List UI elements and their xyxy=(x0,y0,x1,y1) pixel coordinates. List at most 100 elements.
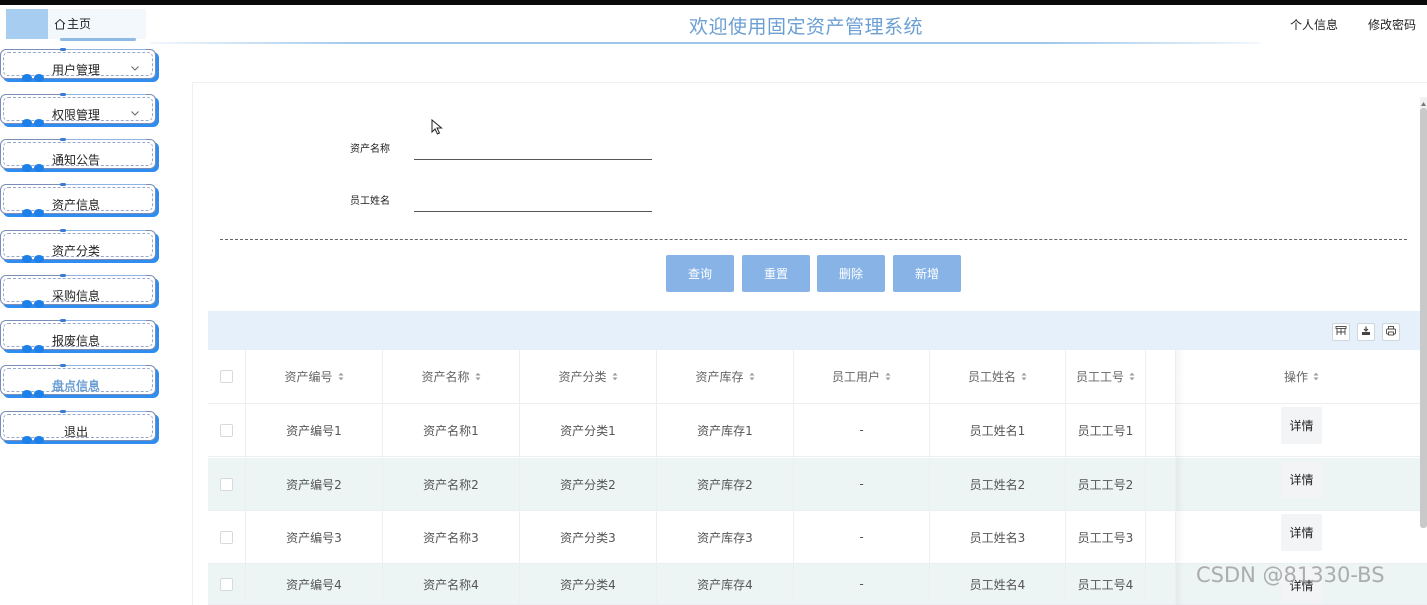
delete-button[interactable]: 删除 xyxy=(817,255,885,292)
sidebar-item-label: 盘点信息 xyxy=(51,379,100,393)
form-divider xyxy=(220,239,1407,240)
cell-employee-user: - xyxy=(794,511,930,563)
column-header[interactable]: 员工姓名 xyxy=(930,350,1066,403)
scroll-up-icon[interactable] xyxy=(1420,97,1427,106)
asset-name-label: 资产名称 xyxy=(350,144,390,155)
sidebar-item-label: 资产信息 xyxy=(51,198,100,212)
sort-icon xyxy=(338,372,344,381)
column-header[interactable]: 员工工号 xyxy=(1066,350,1146,403)
detail-button[interactable]: 详情 xyxy=(1281,461,1322,498)
add-button[interactable]: 新增 xyxy=(893,255,961,292)
sidebar-item-line xyxy=(66,184,146,185)
sidebar-item-permission-management[interactable]: 权限管理 xyxy=(0,93,160,128)
sidebar-item-line xyxy=(66,411,146,412)
cell-employee-no: 员工工号3 xyxy=(1066,511,1146,563)
cell-employee-user: - xyxy=(794,458,930,510)
employee-name-input[interactable] xyxy=(414,190,652,212)
column-header[interactable]: 资产编号 xyxy=(246,350,383,403)
select-all-checkbox[interactable] xyxy=(220,370,233,383)
row-checkbox[interactable] xyxy=(220,477,233,491)
column-header-content: 资产编号 xyxy=(284,368,343,385)
sidebar-item-user-management[interactable]: 用户管理 xyxy=(0,48,160,83)
sidebar-item-label: 退出 xyxy=(63,425,88,439)
query-button[interactable]: 查询 xyxy=(666,255,734,292)
cell-employee-no: 员工工号2 xyxy=(1066,458,1146,510)
column-header[interactable]: 资产名称 xyxy=(383,350,520,403)
table-row[interactable]: 资产编号1 资产名称1 资产分类1 资产库存1 - 员工姓名1 员工工号1 详情 xyxy=(208,404,1427,457)
sidebar-item-label: 报废信息 xyxy=(51,334,100,348)
cell-asset-category: 资产分类1 xyxy=(520,404,657,456)
column-header-label: 资产库存 xyxy=(695,370,744,384)
page-title: 欢迎使用固定资产管理系统 xyxy=(688,16,923,38)
cell-spacer xyxy=(1146,458,1176,510)
table-row[interactable]: 资产编号3 资产名称3 资产分类3 资产库存3 - 员工姓名3 员工工号3 详情 xyxy=(208,511,1427,564)
column-header-content: 员工工号 xyxy=(1076,368,1135,385)
cell-employee-name: 员工姓名1 xyxy=(930,404,1066,456)
cell-employee-user: - xyxy=(794,404,930,456)
column-header-label: 员工用户 xyxy=(831,370,880,384)
row-checkbox-cell xyxy=(208,458,246,510)
cell-asset-name: 资产名称4 xyxy=(383,564,520,604)
scrollbar-thumb[interactable] xyxy=(1420,108,1427,528)
cell-actions: 详情 xyxy=(1176,458,1427,510)
change-password-link[interactable]: 修改密码 xyxy=(1368,16,1416,33)
sidebar-item-line xyxy=(66,49,146,50)
sort-icon xyxy=(1021,372,1027,381)
cell-asset-code: 资产编号2 xyxy=(246,458,383,510)
column-header-content: 资产名称 xyxy=(421,368,480,385)
sort-icon xyxy=(1313,372,1319,381)
sort-icon xyxy=(1129,372,1135,381)
table-row[interactable]: 资产编号2 资产名称2 资产分类2 资产库存2 - 员工姓名2 员工工号2 详情 xyxy=(208,458,1427,511)
column-header[interactable]: 员工用户 xyxy=(794,350,930,403)
home-icon xyxy=(54,18,66,30)
cell-employee-no: 员工工号4 xyxy=(1066,564,1146,604)
column-header[interactable]: 资产库存 xyxy=(657,350,794,403)
sidebar-item-line xyxy=(66,275,146,276)
sidebar-item-logout[interactable]: 退出 xyxy=(0,410,160,445)
cell-asset-stock: 资产库存4 xyxy=(657,564,794,604)
profile-link[interactable]: 个人信息 xyxy=(1290,16,1338,33)
row-checkbox[interactable] xyxy=(220,423,233,437)
column-header-label: 资产名称 xyxy=(421,370,470,384)
export-button[interactable] xyxy=(1357,323,1375,341)
home-nav[interactable]: 主页 xyxy=(0,6,150,41)
cell-asset-name: 资产名称1 xyxy=(383,404,520,456)
cell-asset-name: 资产名称3 xyxy=(383,511,520,563)
table-header: 资产编号 资产名称 资产分类 资产库存 员工用户 员工姓名 员工工号 操作 xyxy=(208,350,1427,404)
detail-button[interactable]: 详情 xyxy=(1281,514,1322,551)
cell-asset-category: 资产分类2 xyxy=(520,458,657,510)
sidebar-item-scrap-info[interactable]: 报废信息 xyxy=(0,319,160,354)
asset-name-input[interactable] xyxy=(414,138,652,160)
sidebar-item-notice[interactable]: 通知公告 xyxy=(0,138,160,173)
cell-asset-code: 资产编号4 xyxy=(246,564,383,604)
column-header-content: 资产库存 xyxy=(695,368,754,385)
sort-icon xyxy=(475,372,481,381)
column-header[interactable]: 资产分类 xyxy=(520,350,657,403)
detail-button[interactable]: 详情 xyxy=(1281,407,1322,444)
fixed-column-shadow xyxy=(1176,350,1184,605)
column-header-label: 资产编号 xyxy=(284,370,333,384)
sidebar-item-inventory-info[interactable]: 盘点信息 xyxy=(0,364,160,399)
row-checkbox[interactable] xyxy=(220,577,233,591)
cell-spacer xyxy=(1146,511,1176,563)
sidebar-item-label: 用户管理 xyxy=(52,63,101,77)
home-underline xyxy=(60,38,136,41)
cell-employee-user: - xyxy=(794,564,930,604)
chevron-down-icon xyxy=(130,107,140,117)
sidebar-item-line xyxy=(66,365,146,366)
sidebar-item-purchase-info[interactable]: 采购信息 xyxy=(0,274,160,309)
cell-asset-category: 资产分类4 xyxy=(520,564,657,604)
cell-asset-code: 资产编号1 xyxy=(246,404,383,456)
reset-button[interactable]: 重置 xyxy=(742,255,810,292)
row-checkbox[interactable] xyxy=(220,530,233,544)
sidebar-item-line xyxy=(66,94,146,95)
columns-filter-button[interactable] xyxy=(1332,323,1350,341)
column-header[interactable]: 操作 xyxy=(1176,350,1427,403)
cell-asset-name: 资产名称2 xyxy=(383,458,520,510)
home-link[interactable]: 主页 xyxy=(54,15,91,32)
sidebar-item-asset-category[interactable]: 资产分类 xyxy=(0,229,160,264)
sidebar-item-label: 通知公告 xyxy=(51,153,100,167)
print-button[interactable] xyxy=(1382,323,1400,341)
print-icon xyxy=(1385,325,1397,340)
sidebar-item-asset-info[interactable]: 资产信息 xyxy=(0,183,160,218)
